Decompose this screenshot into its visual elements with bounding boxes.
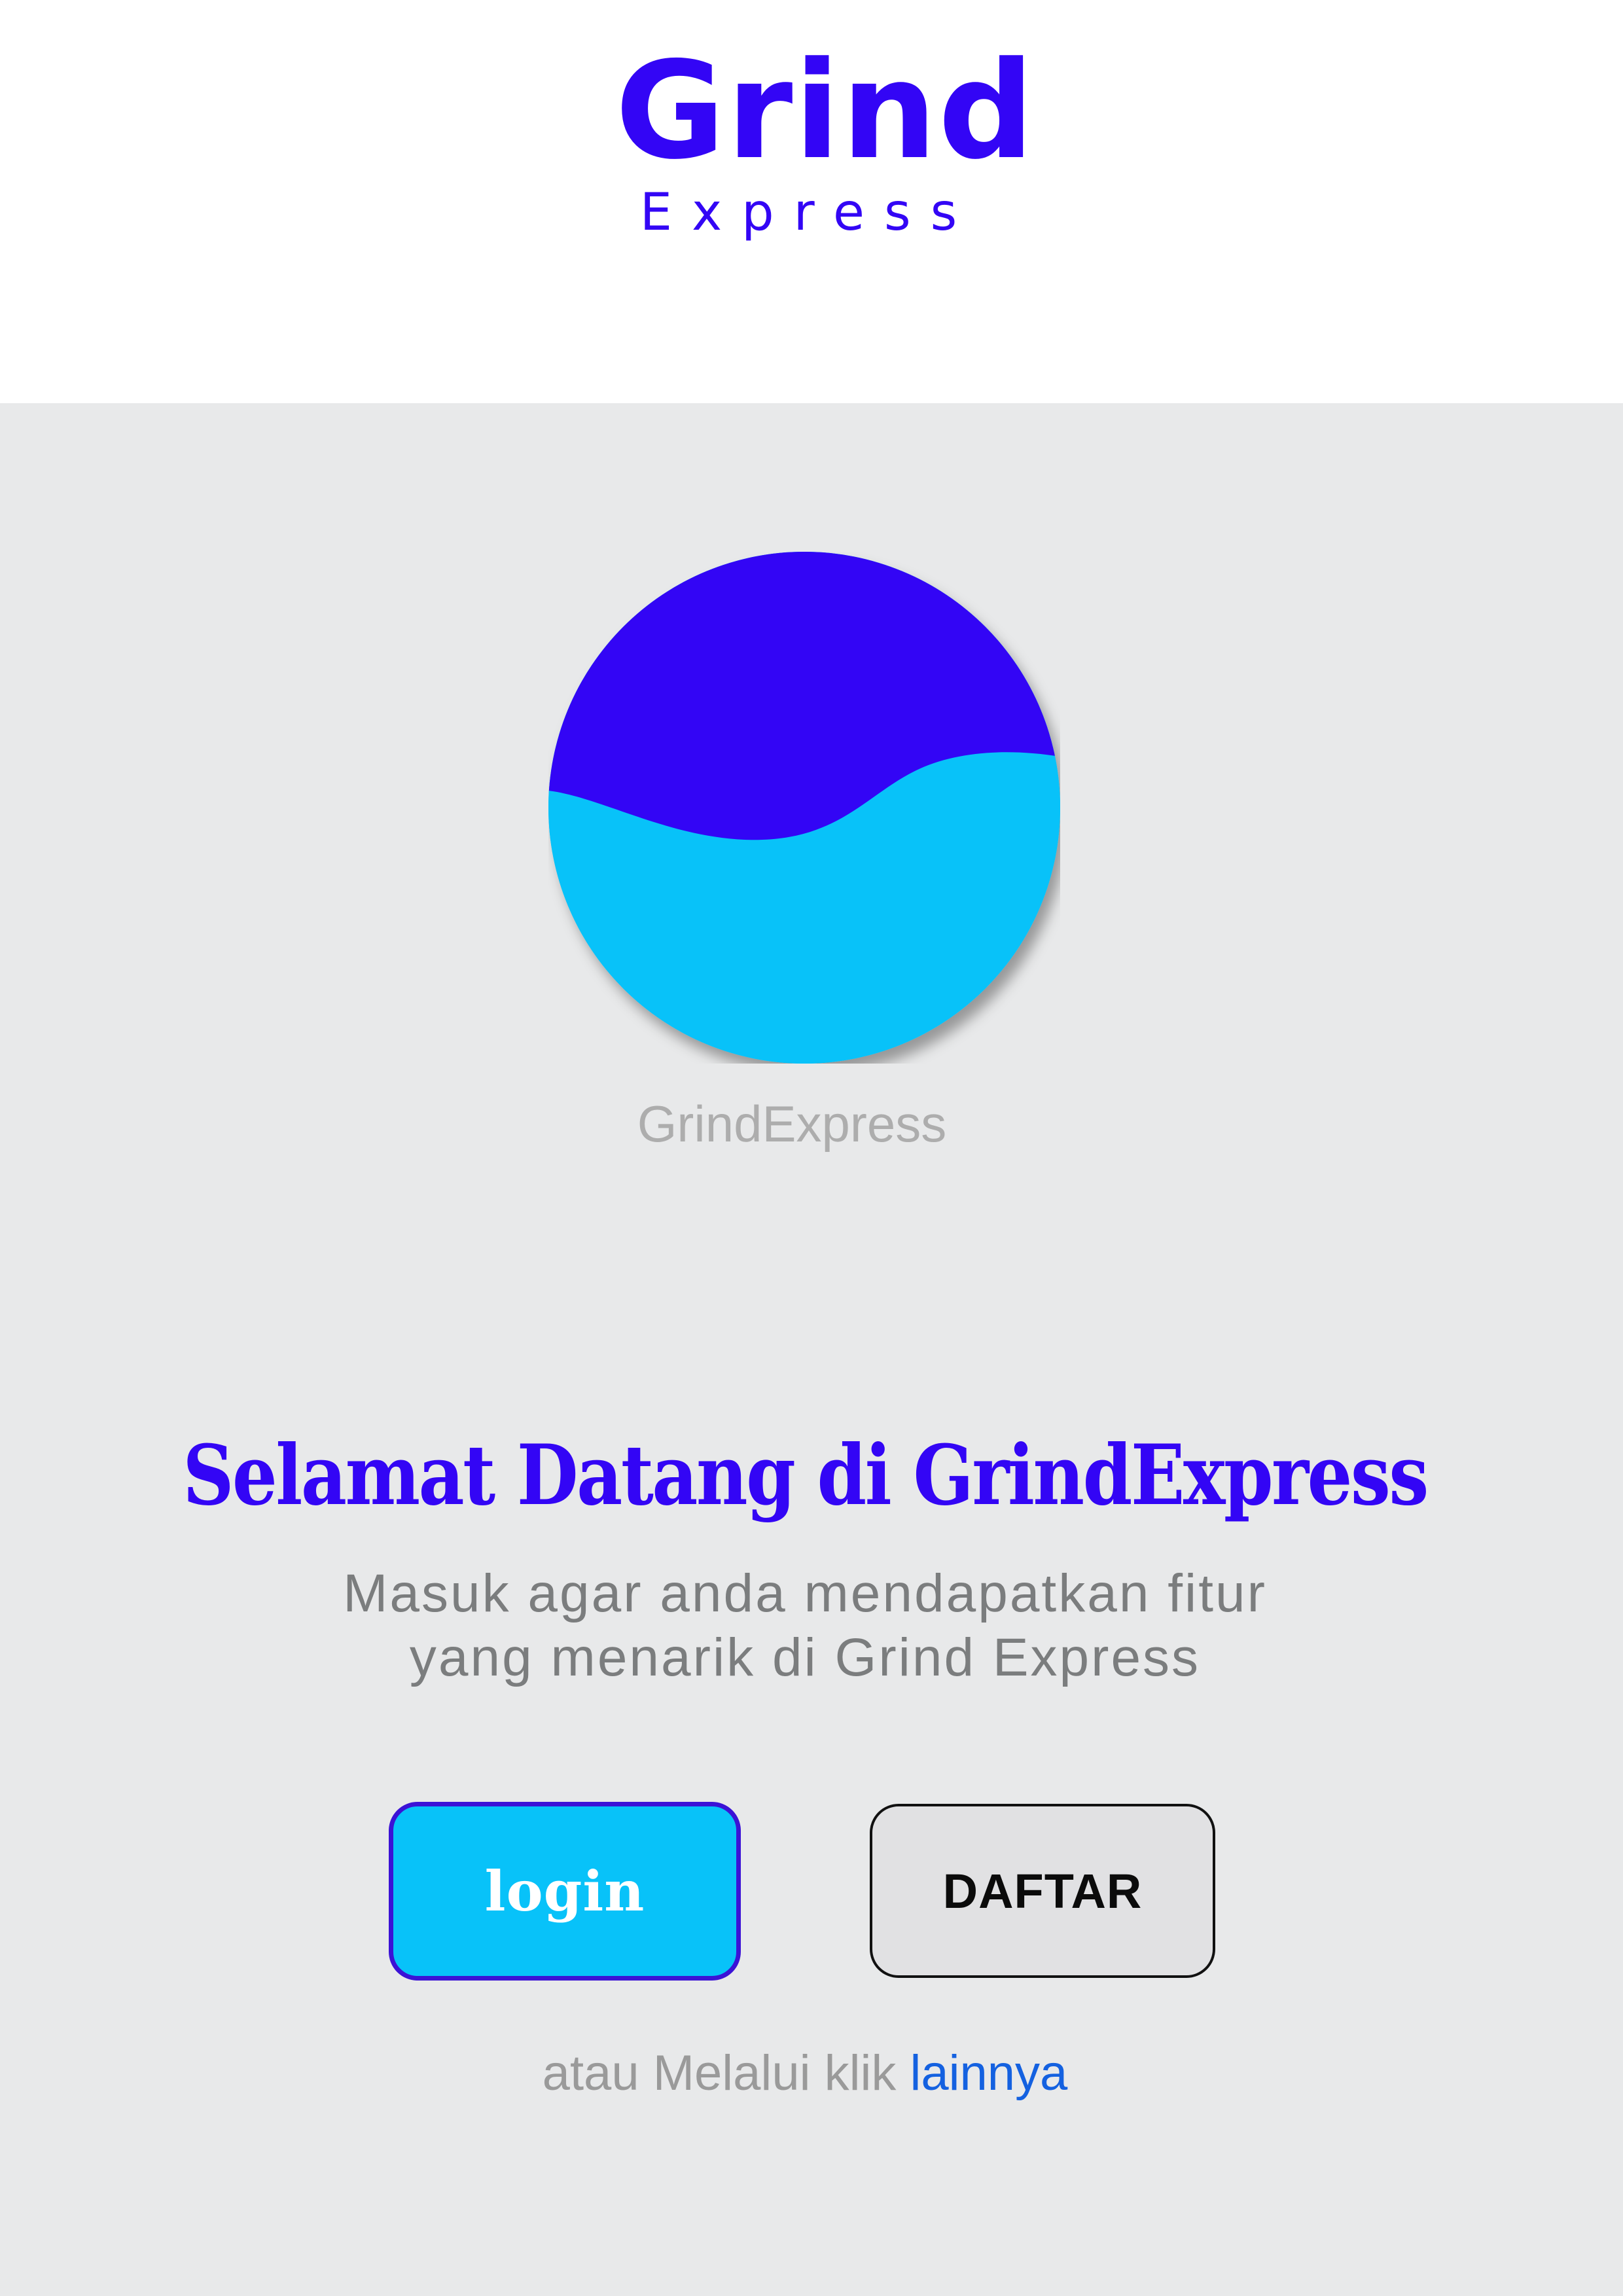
app-header: Grind Express bbox=[0, 0, 1623, 403]
welcome-subtitle: Masuk agar anda mendapatkan fitur yang m… bbox=[196, 1562, 1414, 1690]
login-button-label: login bbox=[484, 1859, 645, 1924]
alternative-prefix: atau Melalui klik bbox=[542, 2045, 910, 2101]
register-button-label: DAFTAR bbox=[942, 1863, 1143, 1918]
alternative-login-text: atau Melalui klik lainnya bbox=[366, 2045, 1243, 2102]
register-button[interactable]: DAFTAR bbox=[870, 1804, 1215, 1978]
login-button[interactable]: login bbox=[389, 1802, 741, 1981]
subtitle-line-1: Masuk agar anda mendapatkan fitur bbox=[343, 1564, 1267, 1623]
logo-caption: GrindExpress bbox=[637, 1095, 947, 1153]
brand-subtitle: Express bbox=[639, 183, 977, 242]
other-methods-link[interactable]: lainnya bbox=[910, 2045, 1067, 2101]
brand-name: Grind bbox=[615, 33, 1036, 189]
app-logo-icon bbox=[548, 552, 1060, 1064]
subtitle-line-2: yang menarik di Grind Express bbox=[409, 1628, 1201, 1687]
brand-logo: Grind Express bbox=[615, 33, 1036, 243]
welcome-title: Selamat Datang di GrindExpress bbox=[183, 1427, 1429, 1524]
